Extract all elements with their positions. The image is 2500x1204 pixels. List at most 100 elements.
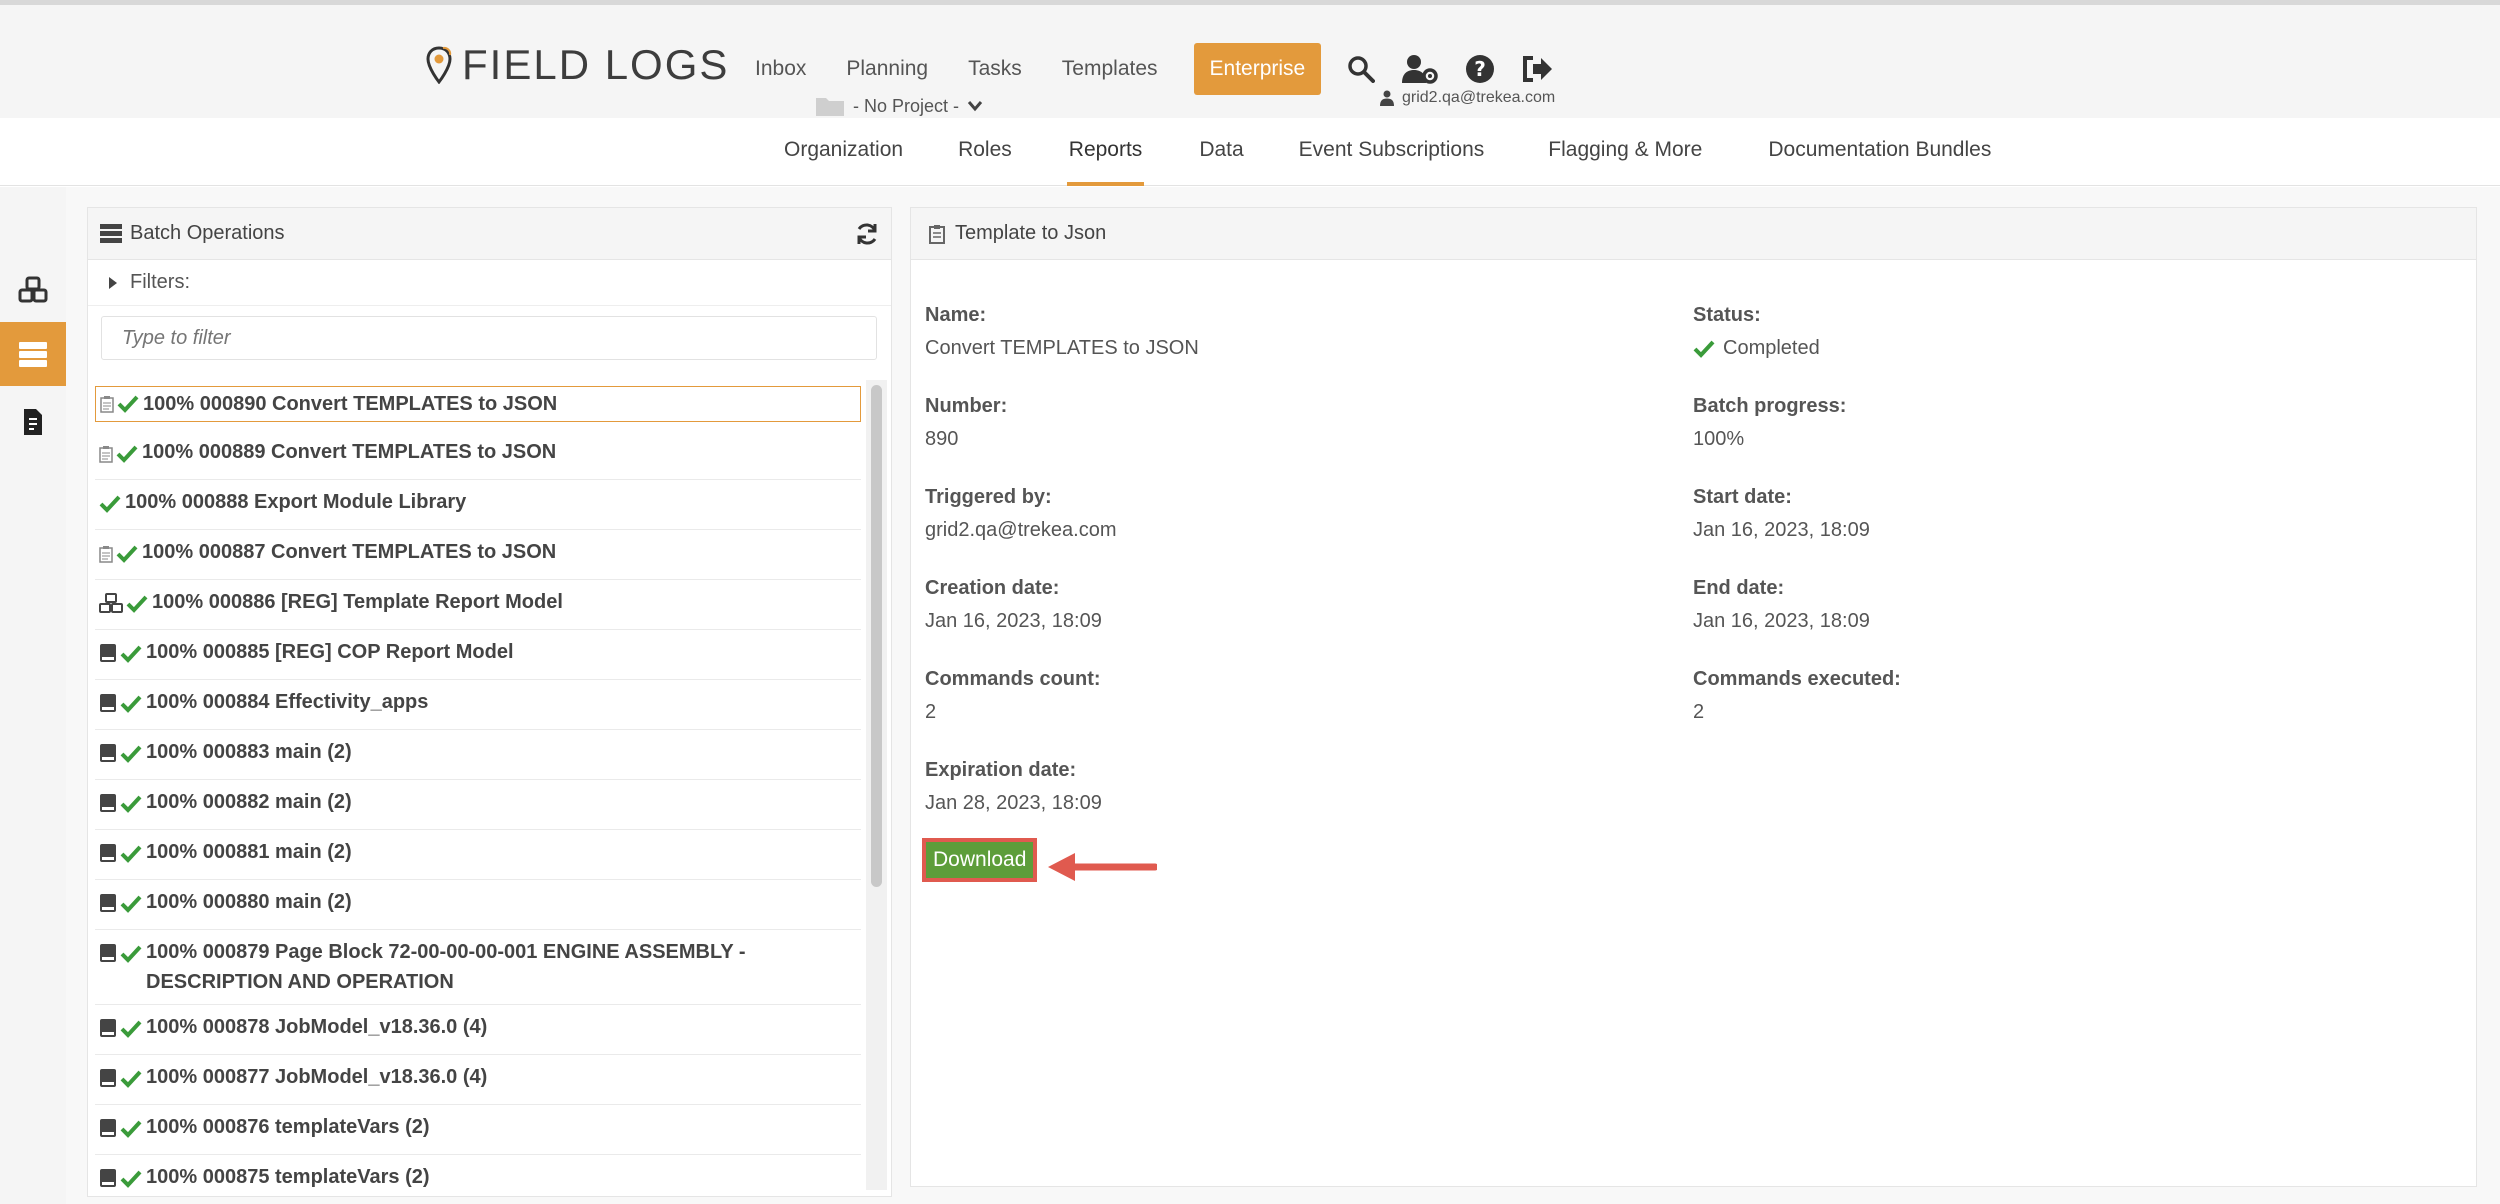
rail-batch-button[interactable] <box>0 322 66 386</box>
commands-count-value: 2 <box>925 701 937 723</box>
book-icon <box>99 792 117 822</box>
rail-document-button[interactable] <box>0 390 66 454</box>
tab-documentation-bundles[interactable]: Documentation Bundles <box>1768 118 1991 186</box>
list-item-icons <box>99 942 142 972</box>
list-item-icons <box>99 492 121 522</box>
sub-nav: Organization Roles Reports Data Event Su… <box>0 118 2500 186</box>
logo-text: FIELD LOGS <box>462 41 730 88</box>
nav-templates[interactable]: Templates <box>1062 57 1158 81</box>
list-item[interactable]: 100% 000878 JobModel_v18.36.0 (4) <box>95 1005 861 1055</box>
list-item-icons <box>99 692 142 722</box>
nav-planning[interactable]: Planning <box>846 57 928 81</box>
list-item-icons <box>99 842 142 872</box>
check-icon <box>120 742 142 772</box>
check-icon <box>120 1017 142 1047</box>
list-item[interactable]: 100% 000883 main (2) <box>95 730 861 780</box>
filters-toggle[interactable]: Filters: <box>88 260 891 306</box>
check-icon <box>117 392 139 422</box>
book-icon <box>99 1067 117 1097</box>
list-item[interactable]: 100% 000885 [REG] COP Report Model <box>95 630 861 680</box>
creation-date-value: Jan 16, 2023, 18:09 <box>925 610 1102 632</box>
list-item[interactable]: 100% 000876 templateVars (2) <box>95 1105 861 1155</box>
template-to-json-header: Template to Json <box>911 208 2476 260</box>
chevron-down-icon <box>967 101 983 112</box>
list-item[interactable]: 100% 000880 main (2) <box>95 880 861 930</box>
list-item-icons <box>99 1017 142 1047</box>
list-item[interactable]: 100% 000889 Convert TEMPLATES to JSON <box>95 430 861 480</box>
logo[interactable]: FIELD LOGS <box>426 41 729 89</box>
help-icon[interactable]: ? <box>1465 54 1495 84</box>
list-item-icons <box>99 1067 142 1097</box>
batch-list: 100% 000890 Convert TEMPLATES to JSON 100… <box>95 386 861 1204</box>
check-icon <box>120 1067 142 1097</box>
rail-cubes-button[interactable] <box>0 187 66 251</box>
logout-icon[interactable] <box>1521 55 1553 83</box>
list-item[interactable]: 100% 000877 JobModel_v18.36.0 (4) <box>95 1055 861 1105</box>
book-icon <box>99 642 117 672</box>
triggered-value: grid2.qa@trekea.com <box>925 519 1117 541</box>
list-item-icons <box>99 1167 142 1197</box>
rail-models-button[interactable] <box>0 258 66 322</box>
book-icon <box>99 942 117 972</box>
check-icon <box>120 792 142 822</box>
tab-event-subscriptions[interactable]: Event Subscriptions <box>1299 118 1485 186</box>
list-item-label: 100% 000875 templateVars (2) <box>146 1166 430 1188</box>
download-highlight: Download <box>922 838 1038 882</box>
list-item[interactable]: 100% 000881 main (2) <box>95 830 861 880</box>
tab-flagging-more[interactable]: Flagging & More <box>1548 118 1702 186</box>
progress-field: Batch progress: 100% <box>1693 395 1846 451</box>
server-icon <box>19 342 47 367</box>
end-date-label: End date: <box>1693 577 1785 599</box>
start-date-label: Start date: <box>1693 486 1792 508</box>
download-button[interactable]: Download <box>926 842 1034 878</box>
filter-input[interactable] <box>101 316 877 360</box>
list-item[interactable]: 100% 000887 Convert TEMPLATES to JSON <box>95 530 861 580</box>
expiration-date-label: Expiration date: <box>925 759 1077 781</box>
check-icon <box>120 1117 142 1147</box>
commands-executed-value: 2 <box>1693 701 1705 723</box>
refresh-icon[interactable] <box>855 222 879 246</box>
list-item[interactable]: 100% 000888 Export Module Library <box>95 480 861 530</box>
clipboard-icon <box>929 224 945 244</box>
nav-inbox[interactable]: Inbox <box>755 57 806 81</box>
batch-operations-title: Batch Operations <box>130 222 285 244</box>
creation-date-field: Creation date: Jan 16, 2023, 18:09 <box>925 577 1102 633</box>
check-icon <box>120 1167 142 1197</box>
list-item[interactable]: 100% 000886 [REG] Template Report Model <box>95 580 861 630</box>
tab-roles[interactable]: Roles <box>958 118 1012 186</box>
tab-organization[interactable]: Organization <box>784 118 903 186</box>
end-date-field: End date: Jan 16, 2023, 18:09 <box>1693 577 1870 633</box>
clipboard-icon <box>99 442 113 472</box>
enterprise-button[interactable]: Enterprise <box>1193 43 1322 95</box>
list-item-label: 100% 000877 JobModel_v18.36.0 (4) <box>146 1066 488 1088</box>
nav-tasks[interactable]: Tasks <box>968 57 1022 81</box>
clipboard-icon <box>100 392 114 422</box>
book-icon <box>99 742 117 772</box>
commands-count-label: Commands count: <box>925 668 1101 690</box>
tab-data[interactable]: Data <box>1199 118 1243 186</box>
top-header: FIELD LOGS Inbox Planning Tasks Template… <box>0 0 2500 118</box>
project-selector[interactable]: - No Project - <box>815 95 983 117</box>
svg-text:?: ? <box>1474 57 1486 81</box>
list-item-label: 100% 000887 Convert TEMPLATES to JSON <box>142 541 557 563</box>
list-item[interactable]: 100% 000882 main (2) <box>95 780 861 830</box>
user-settings-icon[interactable] <box>1401 54 1439 84</box>
list-item-label: 100% 000878 JobModel_v18.36.0 (4) <box>146 1016 488 1038</box>
list-item-label: 100% 000886 [REG] Template Report Model <box>152 591 563 613</box>
list-item[interactable]: 100% 000884 Effectivity_apps <box>95 680 861 730</box>
status-label: Status: <box>1693 304 1761 326</box>
list-item[interactable]: 100% 000890 Convert TEMPLATES to JSON <box>95 386 861 422</box>
name-field: Name: Convert TEMPLATES to JSON <box>925 304 1199 360</box>
tab-reports[interactable]: Reports <box>1066 118 1145 186</box>
list-item[interactable]: 100% 000879 Page Block 72-00-00-00-001 E… <box>95 930 861 1005</box>
start-date-field: Start date: Jan 16, 2023, 18:09 <box>1693 486 1870 542</box>
creation-date-label: Creation date: <box>925 577 1060 599</box>
name-value: Convert TEMPLATES to JSON <box>925 337 1199 359</box>
search-icon[interactable] <box>1347 55 1376 83</box>
list-item-label: 100% 000881 main (2) <box>146 841 352 863</box>
scrollbar-thumb[interactable] <box>871 385 882 887</box>
user-info[interactable]: grid2.qa@trekea.com <box>1380 89 1555 107</box>
commands-count-field: Commands count: 2 <box>925 668 1101 724</box>
triggered-label: Triggered by: <box>925 486 1052 508</box>
list-item[interactable]: 100% 000875 templateVars (2) <box>95 1155 861 1204</box>
